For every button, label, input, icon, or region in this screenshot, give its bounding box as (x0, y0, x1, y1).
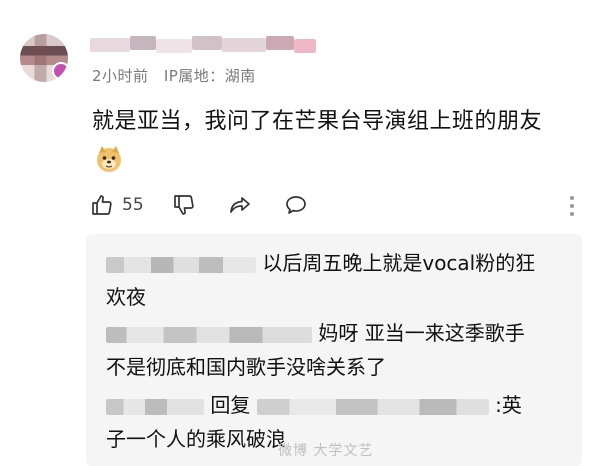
reply-text-line1: :英 (495, 393, 522, 417)
reply-text-line2: 不是彻底和国内歌手没啥关系了 (106, 355, 386, 379)
reply-author-obscured[interactable] (106, 256, 256, 273)
dislike-button[interactable] (172, 193, 196, 217)
reply-target-obscured[interactable] (256, 398, 489, 415)
thumbs-up-icon (92, 195, 112, 215)
comment-button[interactable] (284, 193, 308, 217)
username-obscured[interactable] (90, 36, 320, 53)
reply-prefix: 回复 (210, 393, 251, 417)
watermark: 微博 大学文艺 (278, 443, 374, 459)
thumbs-down-icon (174, 195, 194, 215)
comment-meta: 2小时前 IP属地：湖南 (92, 65, 266, 86)
comment-time: 2小时前 (92, 67, 149, 85)
doge-emoji-icon (97, 146, 121, 172)
reply-text-line1: 以后周五晚上就是vocal粉的狂 (262, 251, 536, 275)
reply-text-line1: 妈呀 亚当一来这季歌手 (318, 321, 525, 345)
like-button[interactable]: 55 (90, 193, 144, 217)
share-icon (230, 197, 250, 213)
user-badge-icon (52, 62, 68, 80)
more-vertical-icon[interactable] (562, 193, 582, 219)
comment-icon (286, 196, 306, 214)
ip-location: IP属地：湖南 (163, 67, 256, 85)
reply-item[interactable]: 妈呀 亚当一来这季歌手 不是彻底和国内歌手没啥关系了 (106, 316, 568, 384)
reply-item[interactable]: 以后周五晚上就是vocal粉的狂 欢夜 (106, 246, 568, 314)
comment-text: 就是亚当，我问了在芒果台导演组上班的朋友 (92, 109, 543, 134)
reply-text-line2: 子一个人的乘风破浪 (106, 427, 286, 451)
share-button[interactable] (228, 193, 252, 217)
reply-author-obscured[interactable] (106, 326, 312, 343)
avatar[interactable] (20, 34, 68, 82)
reply-text-line2: 欢夜 (106, 285, 146, 309)
reply-author-obscured[interactable] (106, 398, 204, 415)
like-count: 55 (122, 195, 144, 215)
